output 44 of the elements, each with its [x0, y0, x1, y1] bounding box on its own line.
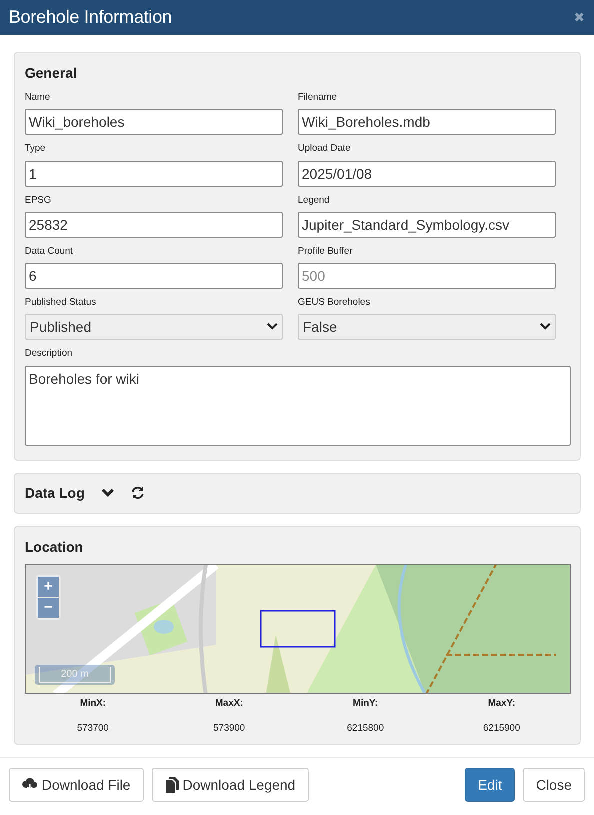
input-field[interactable]: 6 [25, 263, 283, 289]
dialog-title: Borehole Information [9, 6, 172, 28]
input-field[interactable]: Jupiter_Standard_Symbology.csv [298, 212, 556, 238]
field-label: Filename [298, 91, 338, 105]
chevron-icon [100, 486, 115, 500]
input-field[interactable]: Wiki_boreholes [25, 109, 283, 136]
extent-value: 6215800 [347, 722, 384, 734]
field-label: Upload Date [298, 142, 351, 156]
field-label: Type [25, 142, 46, 156]
field-label: Profile Buffer [298, 244, 353, 259]
field-label: Name [25, 91, 50, 105]
text-area[interactable]: Boreholes for wiki [25, 366, 571, 446]
field-label: Legend [298, 194, 330, 208]
section-title: Location [25, 538, 84, 556]
caret-icon [540, 323, 551, 332]
files-icon [164, 777, 179, 793]
input-field[interactable]: Wiki_Boreholes.mdb [298, 109, 556, 136]
extent-value: 6215900 [483, 722, 520, 734]
field-label: Published Status [25, 296, 96, 310]
refresh-icon [130, 486, 145, 500]
scale-bar: 200 m [35, 664, 115, 684]
input-field[interactable]: 2025/01/08 [298, 160, 556, 186]
extent-label: MaxX: [214, 696, 244, 710]
extent-label: MinX: [79, 696, 108, 710]
input-field[interactable]: 25832 [25, 212, 283, 238]
download-button[interactable]: Download File [9, 768, 144, 802]
extent-value: 573900 [214, 722, 246, 734]
extent-label: MinY: [352, 696, 380, 710]
action-button[interactable]: Edit [465, 768, 516, 802]
section-title: Data Log [25, 484, 85, 503]
extent-label: MaxY: [487, 696, 517, 710]
input-field[interactable]: 1 [25, 160, 283, 186]
field-label: Description [25, 347, 73, 362]
action-button[interactable]: Close [523, 768, 585, 802]
field-label: Data Count [25, 244, 74, 259]
input-field[interactable]: 500 [298, 263, 556, 289]
caret-icon [267, 323, 278, 332]
field-label: EPSG [25, 194, 52, 208]
field-label: GEUS Boreholes [298, 296, 370, 310]
download-button[interactable]: Download Legend [152, 768, 309, 802]
section-title: General [25, 64, 78, 83]
extent-value: 573700 [77, 722, 109, 734]
expand-toggle[interactable] [100, 486, 115, 500]
refresh-button[interactable] [130, 486, 145, 500]
